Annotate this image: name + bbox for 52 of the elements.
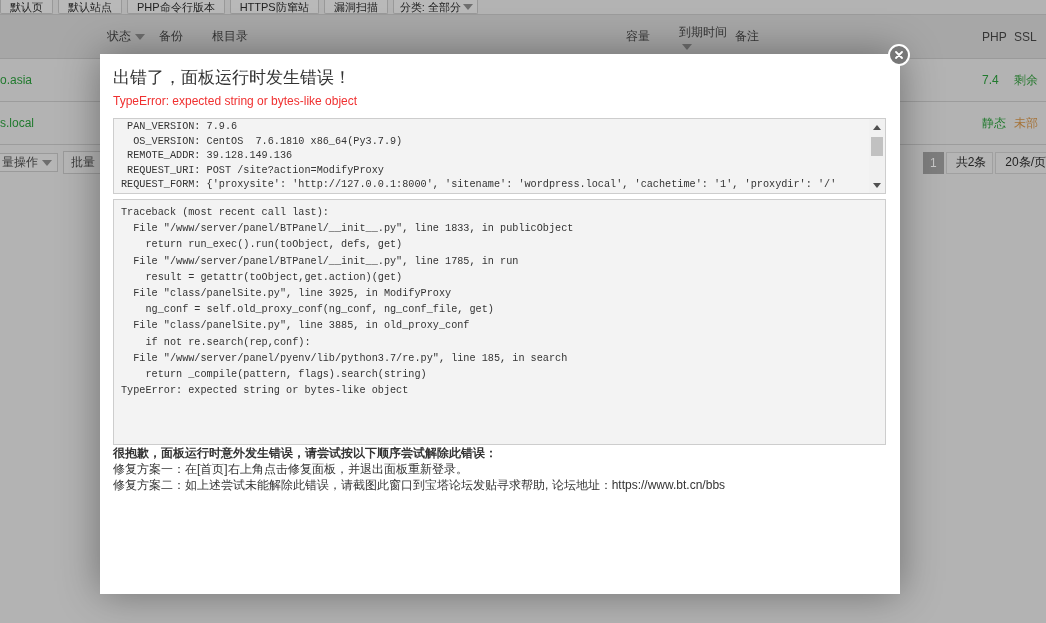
category-select[interactable]: 分类: 全部分 <box>392 0 478 14</box>
traceback-line: return run_exec().run(toObject, defs, get) <box>144 238 403 253</box>
batch-select[interactable]: 量操作 <box>0 153 58 172</box>
column-header: SSL <box>1014 29 1038 44</box>
traceback-line: if not re.search(rep,conf): <box>144 335 311 350</box>
column-header: PHP <box>982 29 1008 44</box>
help-text: 修复方案一：在[首页]右上角点击修复面板，并退出面板重新登录。 <box>113 461 468 477</box>
php-version-cell-text: 7.4 <box>982 73 1000 87</box>
info-line: REQUEST_FORM: {'proxysite': 'http://127.0.0.1:8000', 'sitename': 'wordpress.local', 'cachetime': '1', 'proxydir': '/' <box>121 178 837 192</box>
ssl-status-cell-text: 未部 <box>1014 114 1039 132</box>
column-header: 容量 <box>626 28 651 45</box>
toolbar-button[interactable]: 漏洞扫描 <box>323 0 388 14</box>
traceback-line: TypeError: expected string or bytes-like object <box>121 384 409 399</box>
traceback-line: Traceback (most recent call last): <box>121 206 329 220</box>
dialog-title: 出错了，面板运行时发生错误！ <box>113 67 351 89</box>
sort-caret-icon <box>135 33 145 40</box>
info-line: REMOTE_ADDR: 39.128.149.136 <box>126 149 293 163</box>
traceback-line: File "class/panelSite.py", line 3925, in ModifyProxy <box>132 287 452 301</box>
error-message: TypeError: expected string or bytes-like object <box>113 93 358 109</box>
traceback-line: File "/www/server/panel/BTPanel/__init__.py", line 1785, in run <box>132 254 519 269</box>
sort-caret-icon <box>682 43 692 50</box>
column-header[interactable]: 到期时间 <box>679 23 735 50</box>
toolbar-button[interactable]: 默认站点 <box>58 0 122 14</box>
traceback-line: return _compile(pattern, flags).search(string) <box>144 368 427 383</box>
caret-down-icon <box>462 3 473 10</box>
traceback-line: File "class/panelSite.py", line 3885, in old_proxy_conf <box>132 319 470 334</box>
info-line: REQUEST_URI: POST /site?action=ModifyProxy <box>126 163 384 178</box>
total-count: 共2条 <box>945 151 994 174</box>
info-line: PAN_VERSION: 7.9.6 <box>126 120 238 134</box>
php-version-cell-text: 静态 <box>982 114 1007 132</box>
scroll-down-icon[interactable] <box>873 183 881 188</box>
help-heading: 很抱歉，面板运行时意外发生错误，请尝试按以下顺序尝试解除此错误： <box>113 445 497 461</box>
toolbar-button[interactable]: PHP命令行版本 <box>127 0 225 14</box>
traceback-line: ng_conf = self.old_proxy_conf(ng_conf, ng_conf_file, get) <box>144 303 494 318</box>
column-header: 备注 <box>735 28 760 45</box>
traceback-line: File "/www/server/panel/BTPanel/__init__.py", line 1833, in publicObject <box>132 222 574 237</box>
help-text: 修复方案二：如上述尝试未能解除此错误，请截图此窗口到宝塔论坛发贴寻求帮助, 论坛地址：https://www.bt.cn/bbs <box>113 477 726 493</box>
page-size-select[interactable]: 20条/页 <box>995 151 1046 174</box>
column-header[interactable]: 状态 <box>107 28 159 45</box>
toolbar-button[interactable]: 默认页 <box>0 0 53 14</box>
column-header: 备份 <box>159 28 184 45</box>
traceback-line: result = getattr(toObject,get.action)(get) <box>144 270 403 285</box>
close-icon <box>895 51 903 59</box>
scroll-up-icon[interactable] <box>873 125 881 130</box>
scrollbar-thumb[interactable] <box>871 137 883 156</box>
column-header: 根目录 <box>212 28 249 45</box>
close-button[interactable] <box>888 44 910 66</box>
ssl-status-cell-text: 剩余 <box>1014 71 1039 89</box>
traceback-line: File "/www/server/panel/pyenv/lib/python3.7/re.py", line 185, in search <box>132 351 568 366</box>
info-line: OS_VERSION: CentOS 7.6.1810 x86_64(Py3.7.9) <box>132 134 403 149</box>
toolbar-button[interactable]: HTTPS防窜站 <box>229 0 319 14</box>
caret-down-icon <box>42 159 52 166</box>
